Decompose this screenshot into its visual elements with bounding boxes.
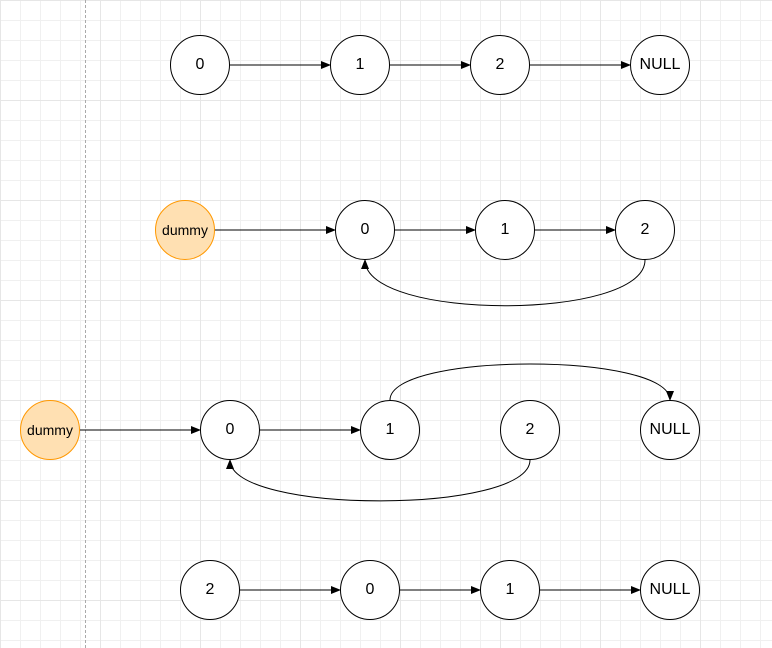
list-node: 0 [170,35,230,95]
node-label: dummy [27,422,73,438]
list-node: 0 [335,200,395,260]
list-node: 1 [360,400,420,460]
node-label: NULL [650,581,691,599]
node-label: 0 [361,221,370,239]
node-label: 2 [496,56,505,74]
list-node: 1 [480,560,540,620]
vertical-dashed-guide [85,0,86,648]
list-node: 0 [340,560,400,620]
list-node: NULL [630,35,690,95]
node-label: 1 [506,581,515,599]
list-node: 1 [475,200,535,260]
node-label: 2 [526,421,535,439]
node-label: 1 [501,221,510,239]
dummy-node: dummy [20,400,80,460]
node-label: 0 [226,421,235,439]
list-node: 2 [180,560,240,620]
list-node: NULL [640,560,700,620]
list-node: 2 [615,200,675,260]
node-label: dummy [162,222,208,238]
dummy-node: dummy [155,200,215,260]
node-label: 1 [386,421,395,439]
list-node: NULL [640,400,700,460]
node-label: 0 [366,581,375,599]
node-label: NULL [640,56,681,74]
node-label: 2 [641,221,650,239]
node-label: 1 [356,56,365,74]
node-label: NULL [650,421,691,439]
node-label: 2 [206,581,215,599]
list-node: 2 [470,35,530,95]
grid-background-coarse [0,0,772,648]
list-node: 0 [200,400,260,460]
node-label: 0 [196,56,205,74]
list-node: 1 [330,35,390,95]
list-node: 2 [500,400,560,460]
